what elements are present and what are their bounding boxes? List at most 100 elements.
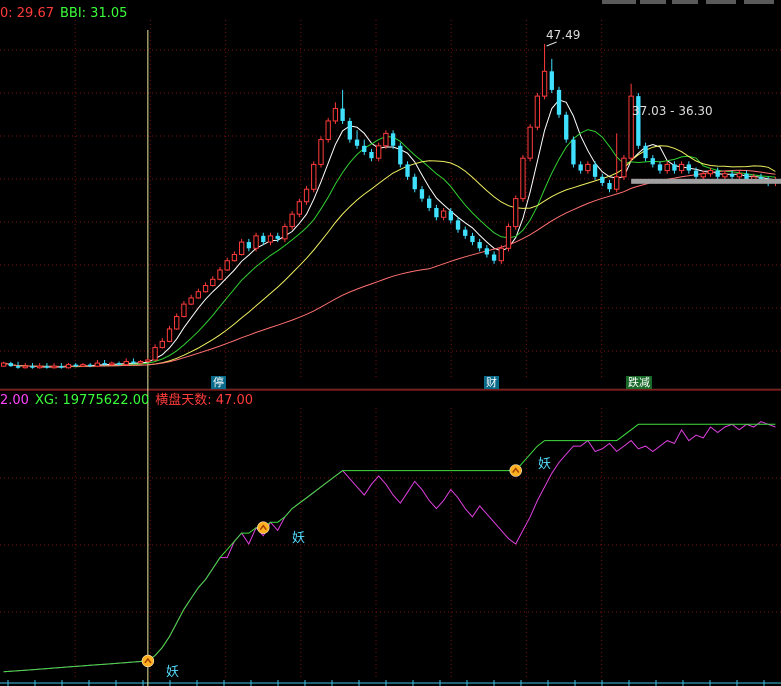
candle-body [585, 163, 591, 172]
candle-body [51, 365, 57, 369]
candle-body [513, 198, 519, 228]
candle-body [159, 340, 165, 349]
candle-body [434, 207, 439, 218]
toolbar-button[interactable] [706, 0, 736, 4]
indicator-line [3, 421, 776, 673]
candle-body [592, 164, 598, 177]
event-tag-suspend[interactable]: 停 [211, 376, 226, 389]
high-price-label: 47.49 [546, 28, 581, 42]
candle-body [44, 366, 50, 368]
candle-body [354, 139, 360, 146]
candle-body [405, 164, 410, 177]
candle-body [261, 235, 266, 243]
candle-body [15, 366, 21, 368]
candle-body [188, 297, 194, 305]
candle-body [678, 163, 685, 172]
candle-body [541, 70, 548, 97]
candle-body [448, 211, 453, 221]
candle-body [195, 291, 202, 299]
candle-body [275, 235, 280, 239]
candle-body [166, 328, 173, 342]
candle-body [390, 133, 396, 146]
candle-body [578, 164, 583, 171]
range-marker-bar [631, 178, 781, 184]
candle-body [736, 173, 742, 178]
event-tag-reduce[interactable]: 跌减 [626, 376, 652, 389]
candle-body [174, 316, 180, 330]
candle-body [59, 366, 64, 368]
candle-body [534, 95, 541, 128]
candle-body [102, 363, 107, 365]
indicator-value-xg: XG: 19775622.00 [34, 393, 150, 408]
candle-body [484, 248, 490, 255]
candle-body [600, 176, 605, 184]
candle-body [0, 362, 7, 367]
candle-body [181, 303, 187, 318]
indicator-value-1: 2.00 [0, 393, 29, 408]
candle-body [347, 120, 352, 140]
candle-body [700, 173, 706, 178]
candle-body [224, 260, 230, 271]
toolbar-button[interactable] [744, 0, 774, 4]
candle-body [217, 269, 223, 280]
price-range-label: 37.03 - 36.30 [632, 104, 713, 118]
candle-body [231, 253, 238, 262]
toolbar-button[interactable] [602, 0, 636, 4]
candle-body [87, 364, 93, 367]
signal-marker [257, 521, 270, 534]
candle-body [325, 120, 331, 141]
ma-line [3, 169, 776, 368]
candle-body [686, 164, 692, 171]
candle-body [383, 132, 389, 147]
indicator-value-days: 横盘天数: 47.00 [155, 393, 254, 408]
candle-body [282, 226, 288, 240]
candle-body [202, 285, 209, 293]
candle-body [556, 89, 562, 115]
signal-marker [141, 654, 155, 668]
signal-label: 妖 [538, 457, 552, 472]
signal-label: 妖 [166, 665, 180, 680]
candle-body [340, 108, 345, 121]
candle-body [498, 247, 504, 262]
candle-body [332, 108, 339, 122]
candle-body [73, 364, 78, 367]
candle-body [729, 173, 735, 177]
candle-body [505, 226, 512, 249]
header-value-bbi: BBI: 31.05 [60, 6, 128, 21]
candle-body [707, 170, 714, 175]
candle-body [470, 235, 475, 243]
candle-body [455, 220, 461, 230]
high-marker-pointer [546, 41, 557, 47]
candle-body [427, 198, 432, 208]
toolbar-button[interactable] [672, 0, 698, 4]
candle-body [549, 71, 554, 90]
candle-body [303, 188, 310, 203]
candle-body [8, 363, 13, 367]
toolbar-button[interactable] [640, 0, 666, 4]
candle-body [722, 173, 728, 178]
candle-body [621, 157, 627, 178]
candle-body [693, 170, 699, 177]
candle-body [643, 145, 648, 159]
candle-body [109, 362, 115, 366]
candle-body [267, 235, 274, 243]
candle-body [614, 176, 620, 190]
candle-body [145, 359, 151, 363]
candle-body [398, 145, 403, 165]
candle-body [94, 362, 101, 367]
candle-body [137, 361, 144, 364]
indicator-line [3, 423, 776, 673]
chart-canvas [0, 20, 781, 686]
candle-body [650, 158, 655, 165]
candle-body [22, 365, 28, 369]
signal-marker [509, 464, 522, 477]
header-value-0: 0: 29.67 [0, 6, 54, 21]
candle-body [369, 151, 374, 159]
candle-body [571, 139, 576, 165]
candle-body [30, 366, 35, 368]
candle-body [564, 114, 569, 140]
candle-body [491, 254, 497, 261]
candle-body [657, 164, 663, 171]
candle-body [311, 163, 317, 190]
event-tag-finance[interactable]: 财 [484, 376, 499, 389]
